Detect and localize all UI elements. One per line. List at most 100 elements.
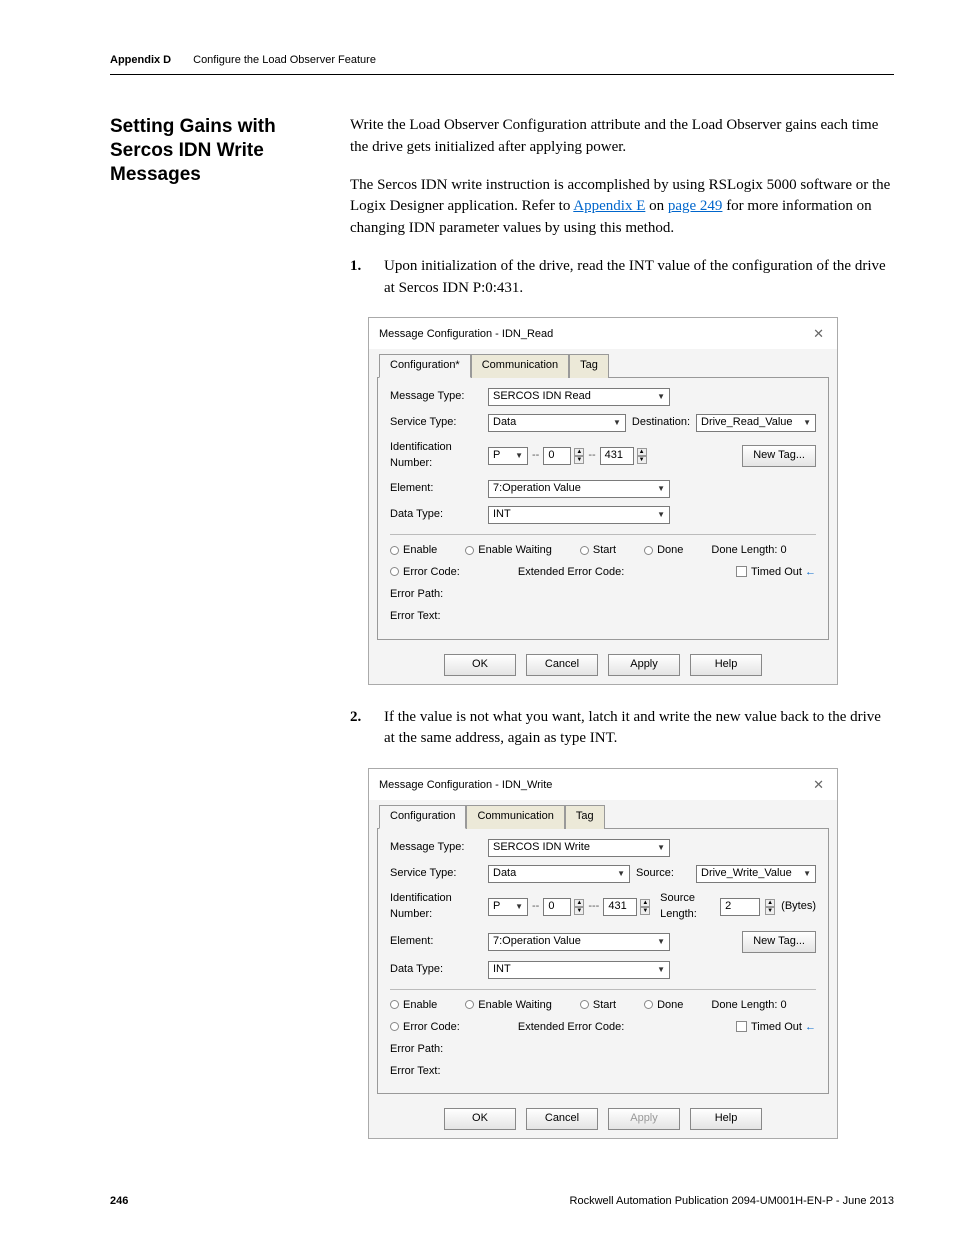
data-type-select[interactable]: INT▼ xyxy=(488,961,670,979)
source-select[interactable]: Drive_Write_Value▼ xyxy=(696,865,816,883)
publication-info: Rockwell Automation Publication 2094-UM0… xyxy=(570,1195,894,1207)
idn-set-spinner[interactable]: 0 xyxy=(543,447,571,465)
idn-prefix-select[interactable]: P▼ xyxy=(488,898,528,916)
done-length: Done Length: 0 xyxy=(711,543,786,559)
message-type-label: Message Type: xyxy=(390,840,482,856)
done-status: Done xyxy=(644,998,683,1014)
spinner-up-icon[interactable]: ▲ xyxy=(637,448,647,456)
enable-status: Enable xyxy=(390,998,437,1014)
spinner-down-icon[interactable]: ▼ xyxy=(574,907,584,915)
new-tag-button[interactable]: New Tag... xyxy=(742,445,816,467)
timed-out-checkbox[interactable]: Timed Out ← xyxy=(736,565,816,581)
chevron-down-icon: ▼ xyxy=(515,901,523,913)
data-type-label: Data Type: xyxy=(390,507,482,523)
error-path: Error Path: xyxy=(390,587,443,603)
chevron-down-icon: ▼ xyxy=(515,450,523,462)
apply-button[interactable]: Apply xyxy=(608,1108,680,1130)
message-type-select[interactable]: SERCOS IDN Write▼ xyxy=(488,839,670,857)
chevron-down-icon: ▼ xyxy=(803,868,811,880)
identification-number-label: Identification Number: xyxy=(390,440,482,472)
error-text: Error Text: xyxy=(390,609,441,625)
message-type-label: Message Type: xyxy=(390,389,482,405)
intro-paragraph-1: Write the Load Observer Configuration at… xyxy=(350,115,894,159)
chevron-down-icon: ▼ xyxy=(803,417,811,429)
page-footer: 246 Rockwell Automation Publication 2094… xyxy=(110,1195,894,1207)
spinner-up-icon[interactable]: ▲ xyxy=(574,899,584,907)
help-button[interactable]: Help xyxy=(690,1108,762,1130)
ok-button[interactable]: OK xyxy=(444,654,516,676)
error-path: Error Path: xyxy=(390,1042,443,1058)
spinner-down-icon[interactable]: ▼ xyxy=(640,907,650,915)
element-label: Element: xyxy=(390,934,482,950)
apply-button[interactable]: Apply xyxy=(608,654,680,676)
close-icon[interactable]: ✕ xyxy=(808,324,829,345)
start-status: Start xyxy=(580,998,616,1014)
data-type-label: Data Type: xyxy=(390,962,482,978)
tab-configuration[interactable]: Configuration xyxy=(379,805,466,829)
close-icon[interactable]: ✕ xyxy=(808,775,829,796)
chevron-down-icon: ▼ xyxy=(613,417,621,429)
destination-select[interactable]: Drive_Read_Value▼ xyxy=(696,414,816,432)
step-2-number: 2. xyxy=(350,707,361,729)
step-1-text: Upon initialization of the drive, read t… xyxy=(384,258,886,296)
appendix-e-link[interactable]: Appendix E xyxy=(573,198,645,214)
step-2: 2. If the value is not what you want, la… xyxy=(374,707,894,751)
message-config-write-dialog: Message Configuration - IDN_Write ✕ Conf… xyxy=(368,768,838,1139)
source-length-label: Source Length: xyxy=(660,891,714,923)
bytes-label: (Bytes) xyxy=(781,899,816,915)
chevron-down-icon: ▼ xyxy=(657,842,665,854)
spinner-up-icon[interactable]: ▲ xyxy=(640,899,650,907)
source-length-spinner[interactable]: 2 xyxy=(720,898,760,916)
message-config-read-dialog: Message Configuration - IDN_Read ✕ Confi… xyxy=(368,317,838,684)
destination-label: Destination: xyxy=(632,415,690,431)
element-label: Element: xyxy=(390,481,482,497)
chapter-title: Configure the Load Observer Feature xyxy=(193,54,376,66)
element-select[interactable]: 7:Operation Value▼ xyxy=(488,480,670,498)
message-type-select[interactable]: SERCOS IDN Read▼ xyxy=(488,388,670,406)
tab-tag[interactable]: Tag xyxy=(569,354,609,378)
spinner-down-icon[interactable]: ▼ xyxy=(637,456,647,464)
data-type-select[interactable]: INT▼ xyxy=(488,506,670,524)
cancel-button[interactable]: Cancel xyxy=(526,654,598,676)
idn-number-spinner[interactable]: 431 xyxy=(600,447,634,465)
tab-communication[interactable]: Communication xyxy=(471,354,569,378)
spinner-down-icon[interactable]: ▼ xyxy=(765,907,775,915)
start-status: Start xyxy=(580,543,616,559)
arrow-left-icon: ← xyxy=(805,566,816,578)
dialog-title: Message Configuration - IDN_Read xyxy=(379,327,553,343)
chevron-down-icon: ▼ xyxy=(657,964,665,976)
running-header: Appendix D Configure the Load Observer F… xyxy=(110,50,894,75)
tab-communication[interactable]: Communication xyxy=(466,805,564,829)
dialog-title: Message Configuration - IDN_Write xyxy=(379,778,552,794)
idn-number-spinner[interactable]: 431 xyxy=(603,898,637,916)
step-1-number: 1. xyxy=(350,256,361,278)
element-select[interactable]: 7:Operation Value▼ xyxy=(488,933,670,951)
spinner-up-icon[interactable]: ▲ xyxy=(574,448,584,456)
done-length: Done Length: 0 xyxy=(711,998,786,1014)
spinner-down-icon[interactable]: ▼ xyxy=(574,456,584,464)
enable-waiting-status: Enable Waiting xyxy=(465,998,552,1014)
page-number: 246 xyxy=(110,1195,128,1207)
spinner-up-icon[interactable]: ▲ xyxy=(765,899,775,907)
enable-waiting-status: Enable Waiting xyxy=(465,543,552,559)
idn-set-spinner[interactable]: 0 xyxy=(543,898,571,916)
chevron-down-icon: ▼ xyxy=(657,936,665,948)
tab-tag[interactable]: Tag xyxy=(565,805,605,829)
enable-status: Enable xyxy=(390,543,437,559)
page-249-link[interactable]: page 249 xyxy=(668,198,723,214)
step-2-text: If the value is not what you want, latch… xyxy=(384,709,881,747)
error-text: Error Text: xyxy=(390,1064,441,1080)
ok-button[interactable]: OK xyxy=(444,1108,516,1130)
service-type-select[interactable]: Data▼ xyxy=(488,865,630,883)
help-button[interactable]: Help xyxy=(690,654,762,676)
tab-configuration[interactable]: Configuration* xyxy=(379,354,471,378)
error-code-status: Error Code: xyxy=(390,1020,460,1036)
chevron-down-icon: ▼ xyxy=(657,391,665,403)
timed-out-checkbox[interactable]: Timed Out ← xyxy=(736,1020,816,1036)
cancel-button[interactable]: Cancel xyxy=(526,1108,598,1130)
new-tag-button[interactable]: New Tag... xyxy=(742,931,816,953)
idn-prefix-select[interactable]: P▼ xyxy=(488,447,528,465)
service-type-select[interactable]: Data▼ xyxy=(488,414,626,432)
error-code-status: Error Code: xyxy=(390,565,460,581)
step-1: 1. Upon initialization of the drive, rea… xyxy=(374,256,894,300)
